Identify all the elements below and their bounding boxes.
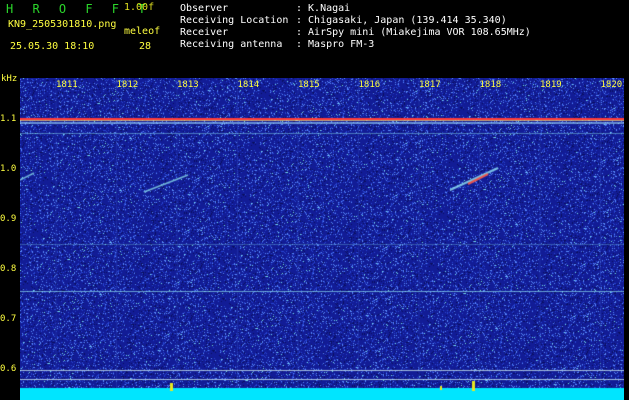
- x-tick-label: 1813: [177, 80, 199, 90]
- x-tick-label: 1820: [600, 80, 623, 90]
- y-tick-label: 1.0: [0, 164, 17, 174]
- y-axis-unit: kHz: [1, 74, 18, 84]
- y-tick-label: 0.6: [0, 364, 17, 374]
- capture-datetime: 25.05.30 18:10: [10, 41, 95, 52]
- header-bar: H R O F F T 1.00f KN9_2505301810.png mel…: [0, 0, 629, 78]
- y-tick-label: 1.1: [0, 114, 17, 124]
- location-label: Receiving Location: [180, 15, 289, 26]
- location-value: : Chigasaki, Japan (139.414 35.340): [296, 15, 507, 26]
- x-tick-label: 1811: [56, 80, 78, 90]
- app-version: 1.00f: [124, 2, 155, 13]
- x-tick-label: 1812: [116, 80, 139, 90]
- observer-label: Observer: [180, 3, 229, 14]
- y-tick-label: 0.9: [0, 214, 17, 224]
- x-tick-label: 1818: [479, 80, 502, 90]
- antenna-label: Receiving antenna: [180, 39, 283, 50]
- y-tick-label: 0.7: [0, 314, 17, 324]
- x-tick-label: 1817: [419, 80, 441, 90]
- receiver-value: : AirSpy mini (Miakejima VOR 108.65MHz): [296, 27, 531, 38]
- x-tick-label: 1814: [237, 80, 260, 90]
- spectrogram: [20, 78, 624, 400]
- observer-value: : K.Nagai: [296, 3, 351, 14]
- image-filename: KN9_2505301810.png: [8, 19, 117, 30]
- x-tick-label: 1819: [540, 80, 562, 90]
- receiver-label: Receiver: [180, 27, 229, 38]
- y-tick-label: 0.8: [0, 264, 17, 274]
- software-name: meleof: [124, 26, 161, 37]
- meteor-count: 28: [139, 41, 152, 52]
- x-tick-label: 1815: [298, 80, 320, 90]
- x-tick-label: 1816: [358, 80, 381, 90]
- antenna-value: : Maspro FM-3: [296, 39, 375, 50]
